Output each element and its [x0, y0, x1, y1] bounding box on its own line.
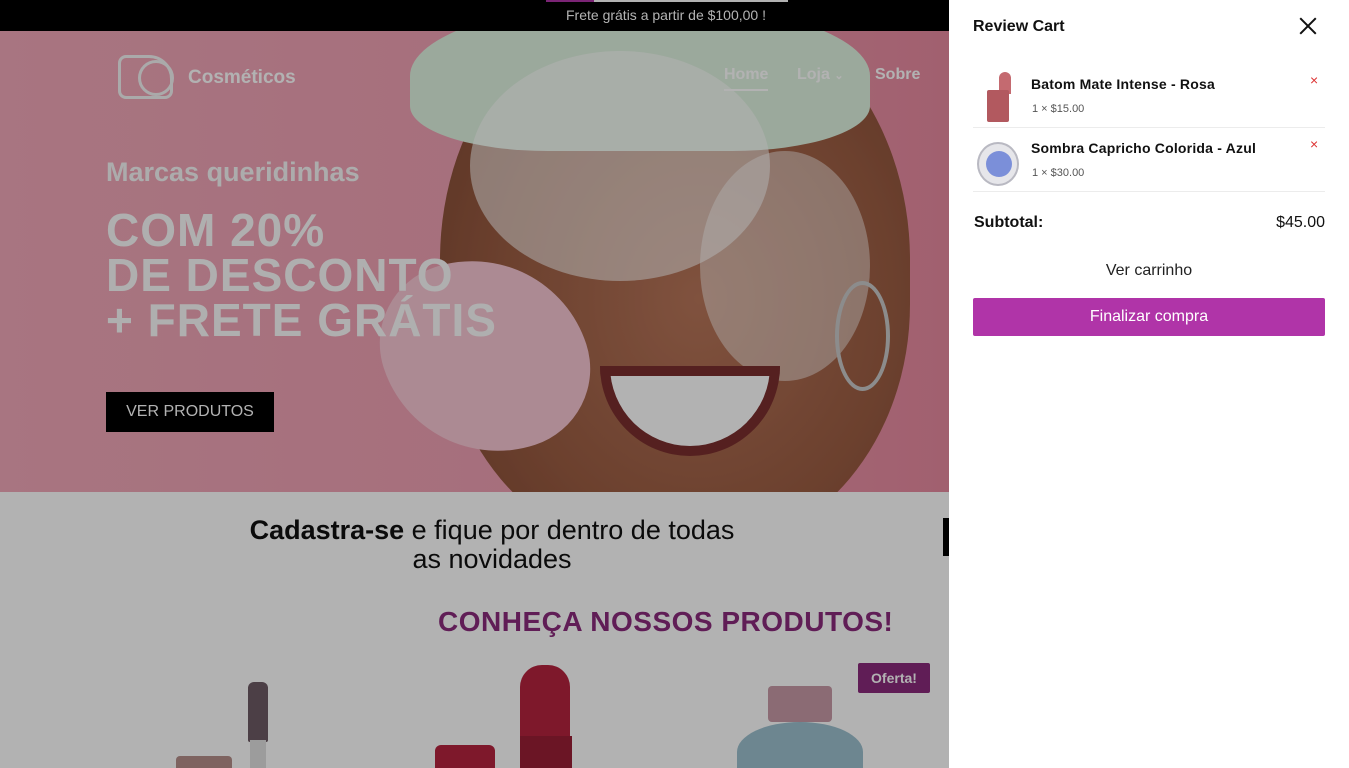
- lipstick-thumbnail-body: [987, 90, 1009, 122]
- cart-title: Review Cart: [973, 18, 1065, 35]
- lipstick-thumbnail[interactable]: [977, 68, 1017, 124]
- subtotal-label: Subtotal:: [974, 214, 1044, 231]
- cart-item-name[interactable]: Batom Mate Intense - Rosa: [1031, 76, 1215, 92]
- cart-drawer: Review Cart Batom Mate Intense - Rosa 1 …: [949, 0, 1349, 768]
- subtotal-value: $45.00: [1276, 214, 1325, 231]
- cart-item-name[interactable]: Sombra Capricho Colorida - Azul: [1031, 140, 1256, 156]
- eyeshadow-thumbnail[interactable]: [977, 132, 1019, 188]
- drawer-backdrop[interactable]: [0, 0, 949, 768]
- checkout-button[interactable]: Finalizar compra: [973, 298, 1325, 336]
- remove-item-icon[interactable]: ×: [1310, 136, 1318, 152]
- cart-item-qty-price: 1 × $30.00: [1032, 167, 1085, 179]
- cart-item: Batom Mate Intense - Rosa 1 × $15.00 ×: [973, 64, 1325, 128]
- remove-item-icon[interactable]: ×: [1310, 72, 1318, 88]
- eyeshadow-thumbnail-pan: [986, 151, 1012, 177]
- cart-item: Sombra Capricho Colorida - Azul 1 × $30.…: [973, 128, 1325, 192]
- close-icon[interactable]: [1298, 16, 1318, 36]
- view-cart-link[interactable]: Ver carrinho: [973, 262, 1325, 286]
- cart-item-qty-price: 1 × $15.00: [1032, 103, 1085, 115]
